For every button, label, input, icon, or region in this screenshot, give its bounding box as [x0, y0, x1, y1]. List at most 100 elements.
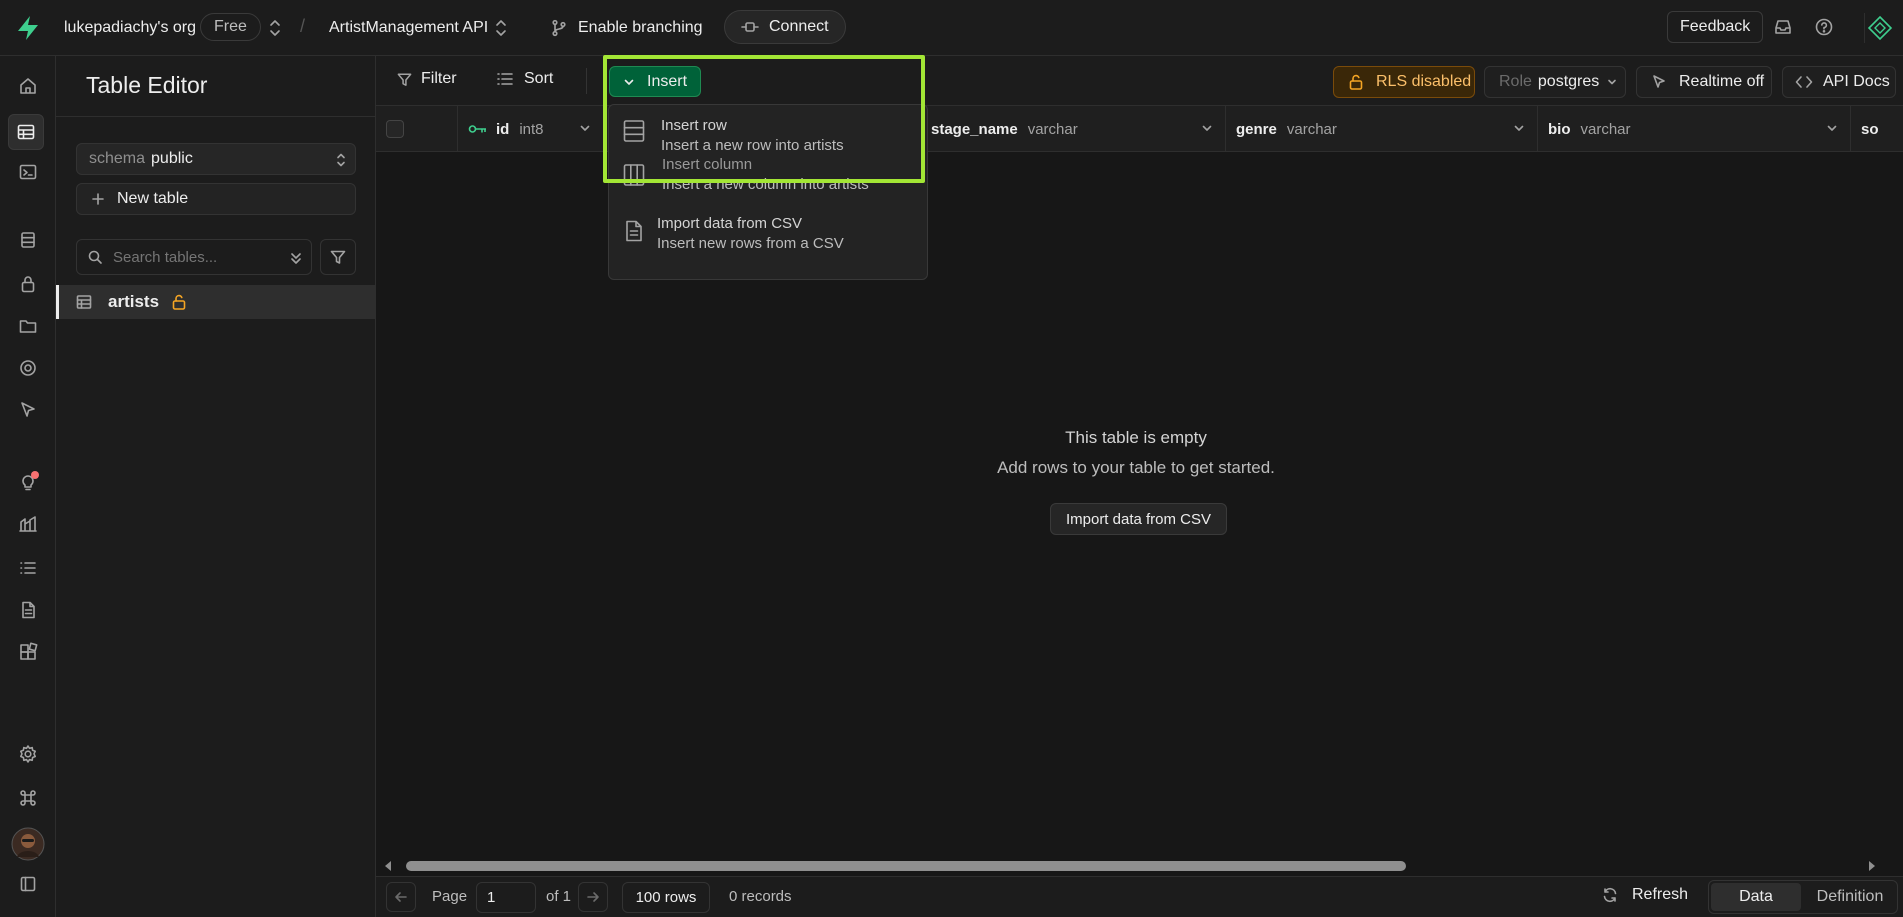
org-switcher-chevron-icon[interactable] [268, 18, 282, 38]
column-type: varchar [1580, 120, 1631, 138]
insert-label: Insert [647, 72, 688, 90]
insert-dropdown-menu: Insert row Insert a new row into artists… [608, 104, 928, 280]
horizontal-scrollbar[interactable] [376, 856, 1889, 876]
menu-item-subtitle: Insert a new column into artists [662, 176, 869, 193]
assistant-icon[interactable] [1866, 14, 1894, 42]
refresh-button[interactable]: Refresh [1602, 886, 1688, 904]
logs-icon[interactable] [12, 552, 44, 584]
search-tables-input[interactable] [113, 248, 283, 266]
connect-button[interactable]: Connect [724, 10, 846, 44]
rls-status-button[interactable]: RLS disabled [1333, 66, 1475, 98]
tab-definition[interactable]: Definition [1803, 883, 1897, 911]
column-header-stage-name[interactable]: stage_name varchar [921, 106, 1226, 152]
role-selector[interactable]: Role postgres [1484, 66, 1626, 98]
scroll-right-icon[interactable] [1866, 859, 1878, 873]
home-icon[interactable] [12, 70, 44, 102]
table-editor-icon[interactable] [8, 114, 44, 150]
insert-row-menu-item[interactable]: Insert row Insert a new row into artists [609, 105, 929, 159]
column-menu-chevron-icon[interactable] [1826, 122, 1838, 134]
import-csv-menu-item[interactable]: Import data from CSV Insert new rows fro… [609, 215, 929, 271]
top-bar: lukepadiachy's org Free / ArtistManageme… [0, 0, 1903, 56]
column-menu-chevron-icon[interactable] [1201, 122, 1213, 134]
unlocked-icon [172, 294, 186, 310]
horizontal-scroll-thumb[interactable] [406, 861, 1406, 871]
api-docs-nav-icon[interactable] [12, 594, 44, 626]
help-icon[interactable] [1814, 17, 1834, 37]
realtime-toggle-button[interactable]: Realtime off [1636, 66, 1772, 98]
column-menu-chevron-icon[interactable] [1513, 122, 1525, 134]
plan-badge: Free [200, 13, 261, 41]
grid-header-row: id int8 stage_name varchar genre varchar… [376, 106, 1903, 152]
edge-functions-icon[interactable] [12, 352, 44, 384]
scroll-left-icon[interactable] [382, 859, 394, 873]
insert-column-menu-item[interactable]: Insert column Insert a new column into a… [609, 156, 929, 215]
column-name: stage_name [931, 120, 1018, 138]
inbox-icon[interactable] [1773, 17, 1793, 37]
api-docs-button[interactable]: API Docs [1782, 66, 1896, 98]
menu-item-title: Insert row [661, 117, 727, 134]
git-branch-icon [552, 19, 566, 37]
advisors-notification-dot [31, 471, 39, 479]
insert-button[interactable]: Insert [609, 66, 701, 97]
import-csv-button[interactable]: Import data from CSV [1050, 503, 1227, 535]
supabase-logo[interactable] [14, 14, 42, 42]
table-list-item[interactable]: artists [56, 285, 376, 319]
grid-footer: Page 1 of 1 100 rows 0 records Refresh D… [376, 876, 1903, 917]
column-header-bio[interactable]: bio varchar [1538, 106, 1851, 152]
records-count: 0 records [729, 888, 792, 905]
new-table-label: New table [117, 190, 189, 207]
rls-status-label: RLS disabled [1376, 73, 1472, 90]
column-header-genre[interactable]: genre varchar [1226, 106, 1538, 152]
database-icon[interactable] [12, 224, 44, 256]
integrations-icon[interactable] [12, 636, 44, 668]
collapse-sidebar-icon[interactable] [12, 868, 44, 900]
settings-icon[interactable] [12, 738, 44, 770]
feedback-button[interactable]: Feedback [1667, 11, 1764, 43]
page-number-input[interactable]: 1 [476, 882, 536, 913]
reports-icon[interactable] [12, 508, 44, 540]
page-count-label: of 1 [546, 888, 572, 905]
user-avatar[interactable] [10, 826, 46, 862]
column-header-id[interactable]: id int8 [458, 106, 604, 152]
vertical-scrollbar[interactable] [1889, 152, 1903, 912]
schema-selector[interactable]: schema public [76, 143, 356, 175]
column-menu-chevron-icon[interactable] [579, 122, 591, 134]
enable-branching-button[interactable]: Enable branching [550, 16, 703, 40]
sort-button[interactable]: Sort [496, 70, 553, 88]
tab-data[interactable]: Data [1711, 883, 1801, 911]
new-table-button[interactable]: New table [76, 183, 356, 215]
org-name[interactable]: lukepadiachy's org [64, 16, 196, 40]
authentication-icon[interactable] [12, 268, 44, 300]
menu-item-title: Insert column [662, 156, 753, 173]
project-switcher-chevron-icon[interactable] [494, 18, 508, 38]
previous-page-button[interactable] [386, 882, 416, 912]
column-name: id [496, 120, 510, 138]
enable-branching-label: Enable branching [578, 19, 703, 36]
search-tables-field[interactable] [76, 239, 312, 275]
refresh-label: Refresh [1632, 886, 1689, 903]
filter-icon [397, 73, 412, 86]
filter-button[interactable]: Filter [396, 70, 457, 88]
menu-item-title: Import data from CSV [657, 215, 803, 232]
realtime-icon[interactable] [12, 394, 44, 426]
sort-icon [497, 73, 513, 85]
view-toggle: Data Definition [1708, 880, 1898, 914]
filter-tables-button[interactable] [320, 239, 356, 275]
rows-per-page-selector[interactable]: 100 rows [622, 882, 710, 913]
column-type: varchar [1027, 120, 1078, 138]
sql-editor-icon[interactable] [12, 156, 44, 188]
page-label: Page [432, 888, 468, 905]
column-name: bio [1548, 120, 1571, 138]
advisors-icon[interactable] [12, 466, 44, 498]
next-page-button[interactable] [578, 882, 608, 912]
select-all-checkbox[interactable] [386, 120, 404, 138]
menu-item-subtitle: Insert new rows from a CSV [657, 235, 844, 252]
project-name[interactable]: ArtistManagement API [329, 16, 488, 40]
cursor-icon [1653, 75, 1665, 88]
storage-icon[interactable] [12, 310, 44, 342]
filter-label: Filter [421, 70, 457, 87]
column-header-partial[interactable]: so [1851, 106, 1891, 152]
table-grid-area: Filter Sort Insert RLS disabled Role pos… [376, 56, 1903, 917]
command-menu-icon[interactable] [12, 782, 44, 814]
search-options-chevron-icon[interactable] [289, 250, 303, 266]
